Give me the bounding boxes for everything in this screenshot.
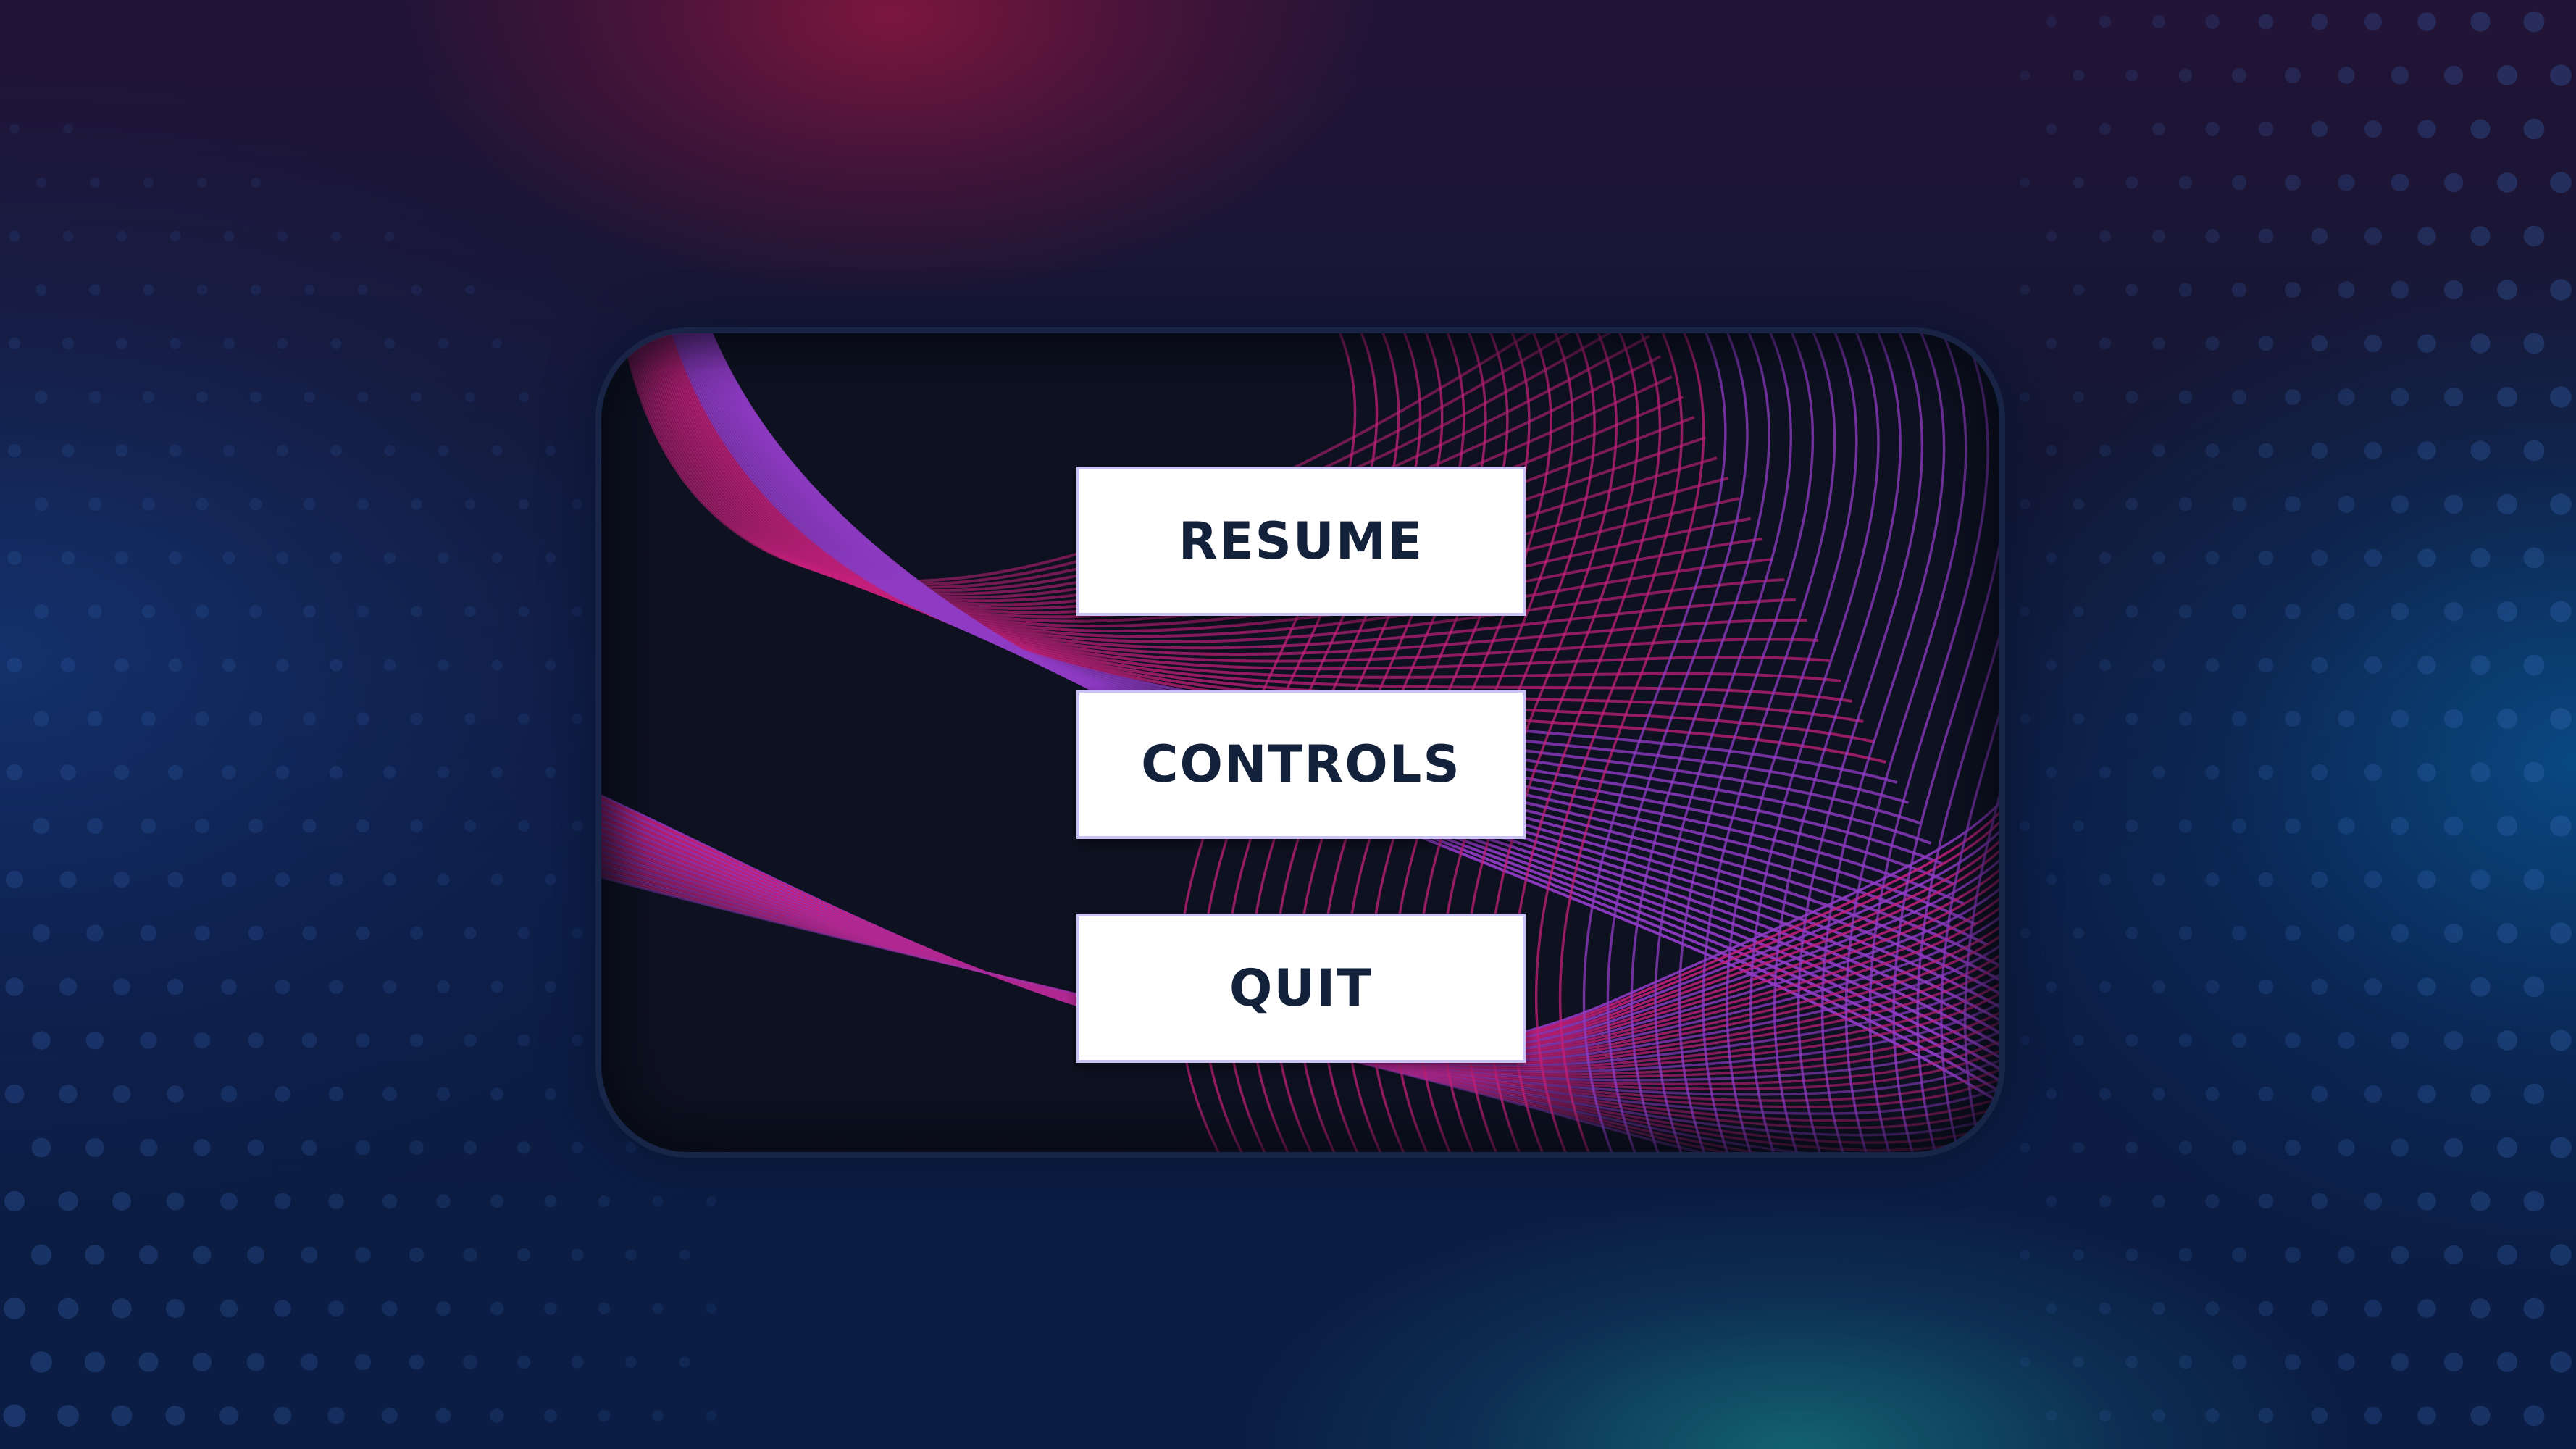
resume-button[interactable]: RESUME (1076, 467, 1526, 616)
controls-button[interactable]: CONTROLS (1076, 690, 1526, 839)
quit-button[interactable]: QUIT (1076, 914, 1526, 1063)
controls-button-label: CONTROLS (1141, 735, 1461, 794)
pause-menu-panel: RESUME CONTROLS QUIT (601, 333, 1999, 1152)
pause-screen: RESUME CONTROLS QUIT (0, 0, 2576, 1449)
quit-button-label: QUIT (1229, 959, 1373, 1018)
resume-button-label: RESUME (1178, 511, 1424, 571)
